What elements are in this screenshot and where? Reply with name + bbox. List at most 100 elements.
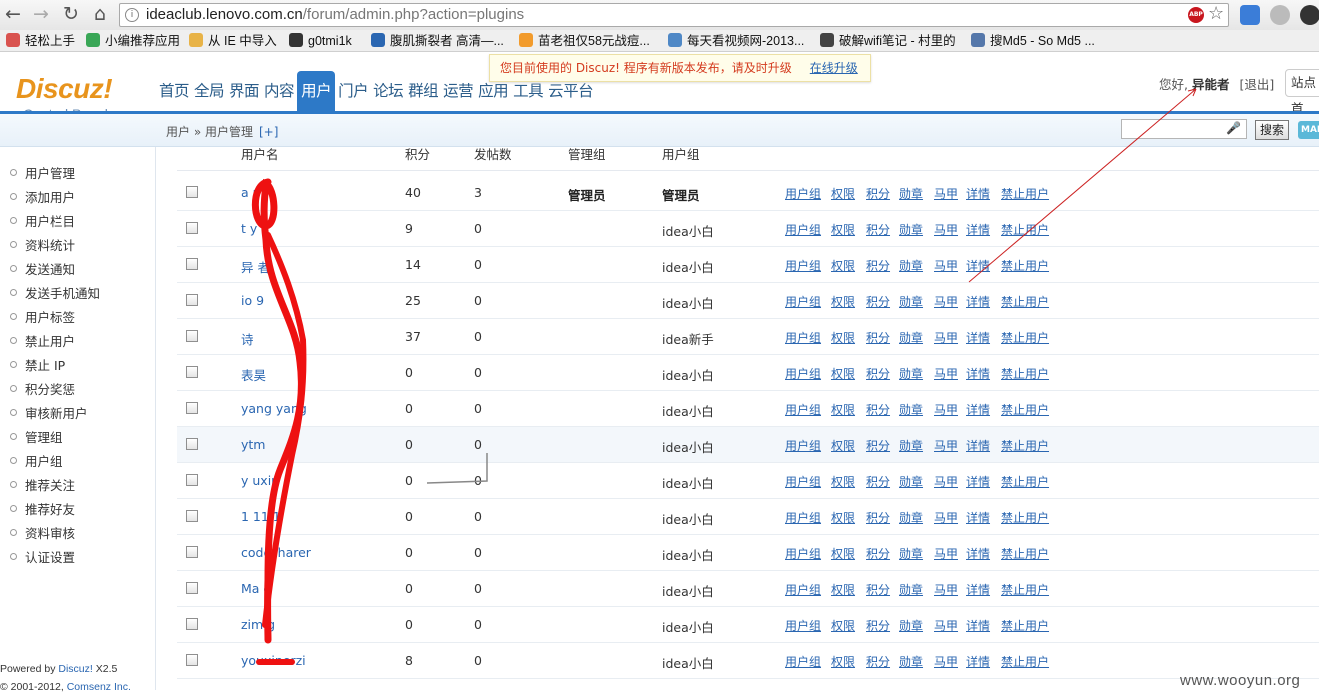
row-action-link[interactable]: 积分 [866, 293, 890, 310]
row-action-link[interactable]: 马甲 [934, 581, 958, 598]
home-icon[interactable]: ⌂ [89, 3, 111, 25]
bookmark-item[interactable]: 从 IE 中导入 [189, 32, 277, 50]
row-action-link[interactable]: 马甲 [934, 509, 958, 526]
sidebar-item[interactable]: 发送通知 [10, 259, 75, 278]
row-action-link[interactable]: 禁止用户 [1001, 653, 1049, 670]
row-action-link[interactable]: 马甲 [934, 185, 958, 202]
row-checkbox[interactable] [186, 582, 198, 594]
logout-link[interactable]: [退出] [1239, 77, 1274, 92]
row-action-link[interactable]: 权限 [831, 473, 855, 490]
extension-screen-icon[interactable] [1240, 5, 1260, 25]
row-action-link[interactable]: 禁止用户 [1001, 221, 1049, 238]
nav-item[interactable]: 内容 [262, 71, 296, 111]
row-action-link[interactable]: 禁止用户 [1001, 257, 1049, 274]
row-action-link[interactable]: 详情 [966, 365, 990, 382]
row-action-link[interactable]: 用户组 [785, 581, 821, 598]
row-action-link[interactable]: 勋章 [899, 401, 923, 418]
back-icon[interactable]: ← [2, 3, 24, 25]
row-action-link[interactable]: 勋章 [899, 329, 923, 346]
row-action-link[interactable]: 积分 [866, 473, 890, 490]
row-action-link[interactable]: 马甲 [934, 401, 958, 418]
row-action-link[interactable]: 积分 [866, 617, 890, 634]
menu-search-input[interactable]: 🎤 [1121, 119, 1247, 139]
nav-item[interactable]: 首页 [157, 71, 191, 111]
row-action-link[interactable]: 禁止用户 [1001, 329, 1049, 346]
row-action-link[interactable]: 权限 [831, 329, 855, 346]
row-checkbox[interactable] [186, 258, 198, 270]
sidebar-item[interactable]: 管理组 [10, 427, 63, 446]
row-action-link[interactable]: 权限 [831, 437, 855, 454]
nav-item[interactable]: 运营 [441, 71, 475, 111]
sidebar-item[interactable]: 认证设置 [10, 547, 75, 566]
search-button[interactable]: 搜索 [1255, 120, 1289, 140]
page-info-icon[interactable]: i [125, 8, 139, 22]
row-action-link[interactable]: 详情 [966, 581, 990, 598]
row-action-link[interactable]: 禁止用户 [1001, 185, 1049, 202]
microphone-icon[interactable]: 🎤 [1226, 121, 1241, 135]
username-link[interactable]: a n [241, 185, 261, 200]
sidebar-item[interactable]: 推荐好友 [10, 499, 75, 518]
row-action-link[interactable]: 马甲 [934, 545, 958, 562]
row-action-link[interactable]: 积分 [866, 401, 890, 418]
sidebar-item[interactable]: 积分奖惩 [10, 379, 75, 398]
row-action-link[interactable]: 禁止用户 [1001, 401, 1049, 418]
row-checkbox[interactable] [186, 186, 198, 198]
row-checkbox[interactable] [186, 510, 198, 522]
row-action-link[interactable]: 详情 [966, 221, 990, 238]
extension-globe-icon[interactable] [1270, 5, 1290, 25]
row-checkbox[interactable] [186, 402, 198, 414]
row-action-link[interactable]: 勋章 [899, 545, 923, 562]
row-action-link[interactable]: 权限 [831, 221, 855, 238]
sidebar-item[interactable]: 用户组 [10, 451, 63, 470]
row-action-link[interactable]: 权限 [831, 653, 855, 670]
row-action-link[interactable]: 用户组 [785, 509, 821, 526]
bookmark-star-icon[interactable]: ☆ [1208, 3, 1224, 24]
row-action-link[interactable]: 权限 [831, 581, 855, 598]
nav-item[interactable]: 全局 [192, 71, 226, 111]
row-action-link[interactable]: 禁止用户 [1001, 365, 1049, 382]
row-action-link[interactable]: 马甲 [934, 257, 958, 274]
username-link[interactable]: 异 者 [241, 257, 270, 276]
row-action-link[interactable]: 勋章 [899, 617, 923, 634]
row-action-link[interactable]: 马甲 [934, 329, 958, 346]
breadcrumb-text[interactable]: 用户 » 用户管理 [166, 125, 253, 139]
row-action-link[interactable]: 勋章 [899, 257, 923, 274]
sidebar-item[interactable]: 推荐关注 [10, 475, 75, 494]
row-action-link[interactable]: 用户组 [785, 653, 821, 670]
row-action-link[interactable]: 禁止用户 [1001, 437, 1049, 454]
bookmark-item[interactable]: 腹肌撕裂者 高清—... [371, 32, 504, 50]
bookmark-item[interactable]: 破解wifi笔记 - 村里的 [820, 32, 956, 50]
bookmark-item[interactable]: 小编推荐应用 [86, 32, 180, 50]
username-link[interactable]: codesharer [241, 545, 311, 560]
row-action-link[interactable]: 积分 [866, 221, 890, 238]
row-checkbox[interactable] [186, 330, 198, 342]
site-home-button[interactable]: 站点首 [1285, 69, 1319, 116]
row-checkbox[interactable] [186, 366, 198, 378]
row-action-link[interactable]: 用户组 [785, 365, 821, 382]
forward-icon[interactable]: → [30, 3, 52, 25]
username-link[interactable]: 异能者 [1192, 77, 1230, 92]
sidebar-item[interactable]: 添加用户 [10, 187, 75, 206]
row-checkbox[interactable] [186, 654, 198, 666]
row-action-link[interactable]: 积分 [866, 509, 890, 526]
row-action-link[interactable]: 详情 [966, 473, 990, 490]
row-action-link[interactable]: 用户组 [785, 617, 821, 634]
row-action-link[interactable]: 马甲 [934, 617, 958, 634]
row-action-link[interactable]: 详情 [966, 329, 990, 346]
row-action-link[interactable]: 权限 [831, 545, 855, 562]
sidebar-item[interactable]: 用户标签 [10, 307, 75, 326]
bookmark-item[interactable]: g0tmi1k [289, 32, 352, 50]
row-action-link[interactable]: 勋章 [899, 437, 923, 454]
row-action-link[interactable]: 勋章 [899, 509, 923, 526]
row-action-link[interactable]: 详情 [966, 401, 990, 418]
row-action-link[interactable]: 权限 [831, 365, 855, 382]
row-checkbox[interactable] [186, 618, 198, 630]
row-action-link[interactable]: 马甲 [934, 437, 958, 454]
username-link[interactable]: 1 11 1 [241, 509, 281, 524]
row-checkbox[interactable] [186, 474, 198, 486]
row-action-link[interactable]: 勋章 [899, 581, 923, 598]
map-button[interactable]: MAP [1298, 121, 1319, 139]
row-action-link[interactable]: 禁止用户 [1001, 581, 1049, 598]
username-link[interactable]: y uxin [241, 473, 279, 488]
row-action-link[interactable]: 积分 [866, 653, 890, 670]
